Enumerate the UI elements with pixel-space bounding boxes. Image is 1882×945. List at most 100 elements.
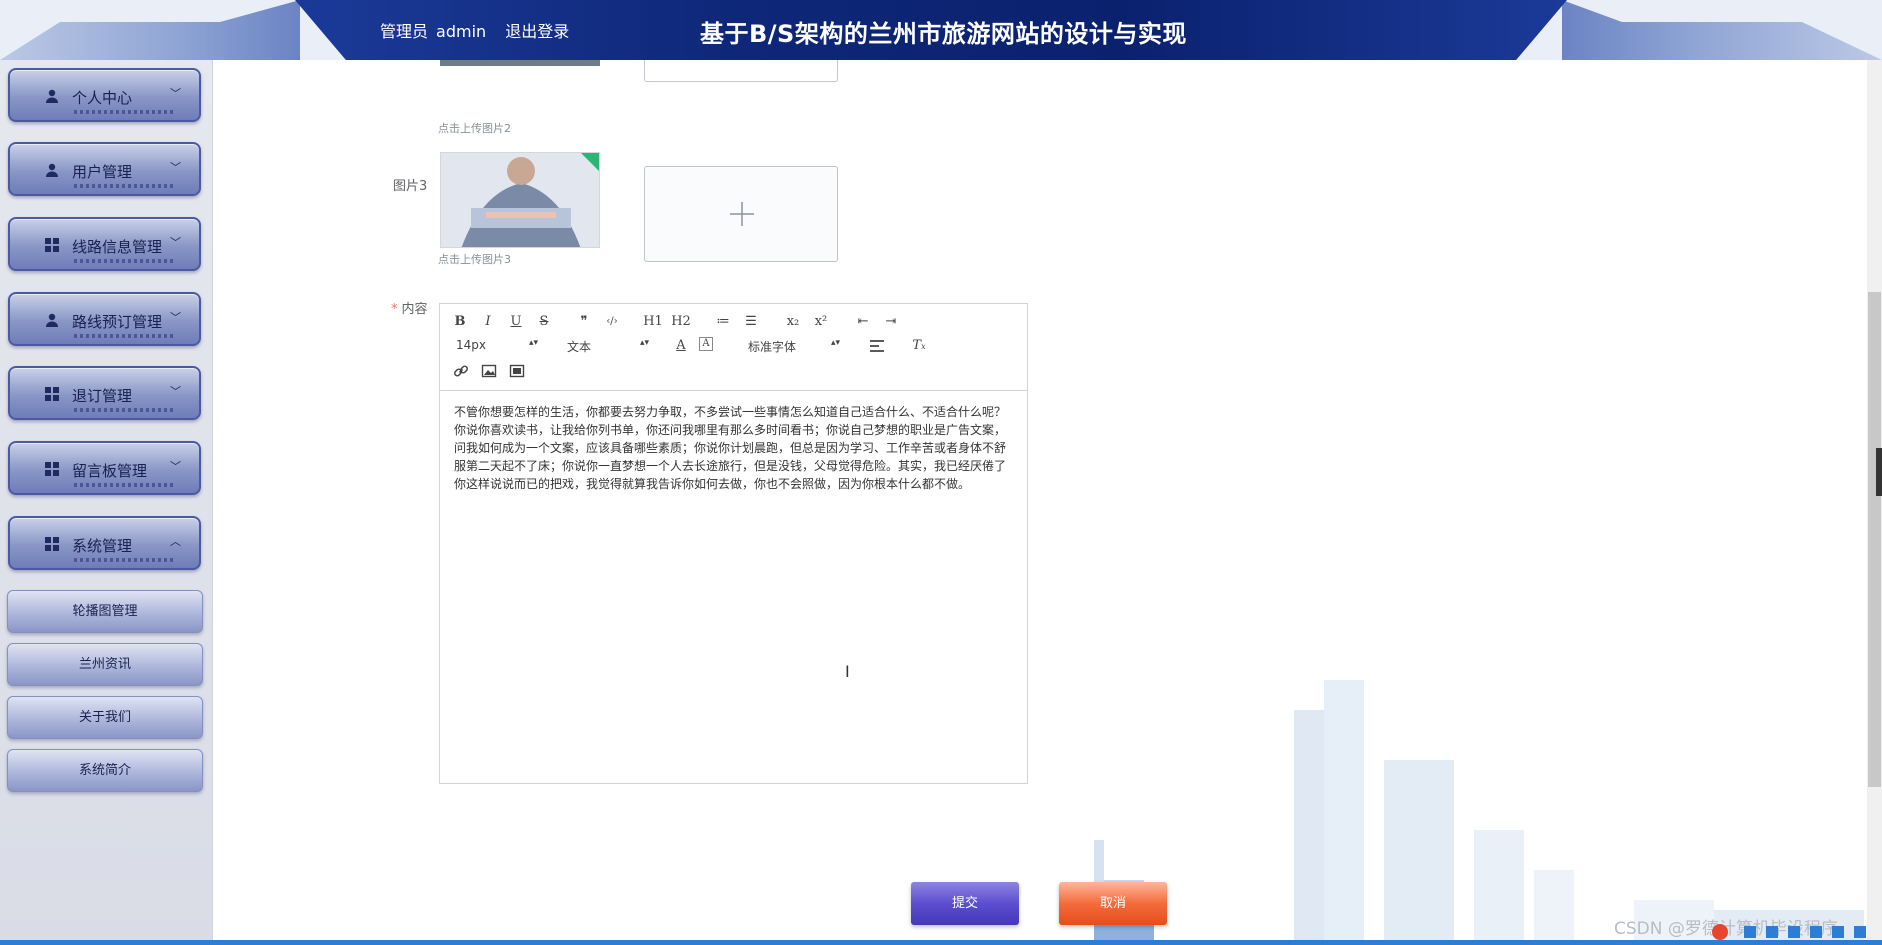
grid-icon bbox=[45, 387, 59, 401]
content-label: * 内容 bbox=[391, 298, 428, 317]
sidebar-item-user-management[interactable]: 用户管理 ﹀ bbox=[8, 142, 201, 196]
chevron-down-icon: ﹀ bbox=[170, 385, 181, 398]
ordered-list-button[interactable]: ≔ bbox=[713, 313, 733, 331]
superscript-button[interactable]: x² bbox=[811, 313, 831, 331]
header-right-wing bbox=[1562, 0, 1882, 60]
site-title: 基于B/S架构的兰州市旅游网站的设计与实现 bbox=[700, 20, 1187, 48]
align-icon[interactable] bbox=[869, 339, 885, 353]
sidebar-item-personal-center[interactable]: 个人中心 ﹀ bbox=[8, 68, 201, 122]
font-size-value: 14px bbox=[456, 338, 486, 352]
sidebar-item-route-info[interactable]: 线路信息管理 ﹀ bbox=[8, 217, 201, 271]
role-label: 管理员 bbox=[380, 22, 429, 41]
image2-upload-box[interactable] bbox=[644, 60, 838, 82]
sidebar-item-label: 线路信息管理 bbox=[72, 238, 163, 256]
top-header: 管理员 admin 退出登录 基于B/S架构的兰州市旅游网站的设计与实现 bbox=[0, 0, 1882, 60]
bullet-list-button[interactable]: ☰ bbox=[741, 313, 761, 331]
grid-icon bbox=[45, 462, 59, 476]
sidebar: 个人中心 ﹀ 用户管理 ﹀ 线路信息管理 ﹀ 路线预订管理 ﹀ 退订管理 ﹀ 留… bbox=[0, 60, 213, 945]
image2-thumbnail bbox=[440, 60, 600, 66]
chevron-up-icon: ︿ bbox=[170, 535, 181, 548]
submit-button[interactable]: 提交 bbox=[911, 882, 1019, 925]
image2-upload-hint: 点击上传图片2 bbox=[438, 122, 511, 135]
sidebar-item-cancellation[interactable]: 退订管理 ﹀ bbox=[8, 366, 201, 420]
required-mark: * bbox=[391, 302, 398, 317]
scrollbar-marker bbox=[1876, 448, 1882, 496]
logout-link[interactable]: 退出登录 bbox=[505, 22, 569, 41]
editor-content[interactable]: 不管你想要怎样的生活，你都要去努力争取，不多尝试一些事情怎么知道自己适合什么、不… bbox=[454, 403, 1014, 493]
grid-icon bbox=[45, 238, 59, 252]
admin-info: 管理员 admin 退出登录 bbox=[380, 18, 577, 42]
code-block-button[interactable]: ‹/› bbox=[602, 313, 622, 331]
outdent-button[interactable]: ⇤ bbox=[853, 313, 873, 331]
bottom-taskbar-edge bbox=[0, 940, 1882, 945]
user-icon bbox=[46, 313, 58, 327]
underline-button[interactable]: U bbox=[506, 313, 526, 331]
image3-label: 图片3 bbox=[393, 179, 428, 194]
indent-button[interactable]: ⇥ bbox=[881, 313, 901, 331]
submenu-lanzhou-news[interactable]: 兰州资讯 bbox=[7, 643, 203, 686]
strike-button[interactable]: S bbox=[534, 313, 554, 331]
link-icon[interactable] bbox=[453, 363, 469, 379]
scrollbar-thumb[interactable] bbox=[1868, 292, 1881, 787]
menu-decoration bbox=[74, 483, 174, 487]
user-icon bbox=[46, 163, 58, 177]
chevron-down-icon: ﹀ bbox=[170, 236, 181, 249]
font-size-select[interactable]: 14px ▴▾ bbox=[456, 338, 538, 356]
paragraph-format-select[interactable]: 文本 ▴▾ bbox=[567, 338, 649, 356]
italic-button[interactable]: I bbox=[478, 313, 498, 331]
main-content: 点击上传图片2 图片3 点击上传图片3 * 内容 B I U S ❞ ‹/› H1… bbox=[214, 60, 1867, 942]
header-left-wing bbox=[0, 0, 300, 60]
city-skyline-image bbox=[1094, 680, 1864, 942]
bold-button[interactable]: B bbox=[450, 313, 470, 331]
image3-upload-box[interactable] bbox=[644, 166, 838, 262]
select-arrows-icon: ▴▾ bbox=[830, 338, 840, 348]
sidebar-item-label: 留言板管理 bbox=[72, 462, 148, 480]
sidebar-item-message-board[interactable]: 留言板管理 ﹀ bbox=[8, 441, 201, 495]
image3-picture bbox=[441, 153, 599, 247]
sidebar-item-label: 用户管理 bbox=[72, 163, 133, 181]
image-icon[interactable] bbox=[481, 363, 497, 379]
menu-decoration bbox=[74, 558, 174, 562]
system-tray-icons bbox=[1712, 924, 1866, 940]
text-cursor-icon: I bbox=[845, 662, 850, 681]
menu-decoration bbox=[74, 259, 174, 263]
submenu-about-us[interactable]: 关于我们 bbox=[7, 696, 203, 739]
menu-decoration bbox=[74, 184, 174, 188]
sidebar-item-route-booking[interactable]: 路线预订管理 ﹀ bbox=[8, 292, 201, 346]
plus-icon bbox=[730, 202, 754, 226]
chevron-down-icon: ﹀ bbox=[170, 460, 181, 473]
video-icon[interactable] bbox=[509, 363, 525, 379]
paragraph-format-value: 文本 bbox=[567, 340, 592, 354]
heading2-button[interactable]: H2 bbox=[671, 313, 691, 331]
sidebar-item-label: 个人中心 bbox=[72, 89, 133, 107]
editor-toolbar: B I U S ❞ ‹/› H1 H2 ≔ ☰ x₂ x² ⇤ ⇥ 14px ▴▾… bbox=[440, 304, 1027, 391]
heading1-button[interactable]: H1 bbox=[643, 313, 663, 331]
sidebar-item-label: 退订管理 bbox=[72, 387, 133, 405]
username: admin bbox=[436, 22, 487, 41]
menu-decoration bbox=[74, 110, 174, 114]
chevron-down-icon: ﹀ bbox=[170, 87, 181, 100]
background-color-icon[interactable]: A bbox=[699, 337, 713, 351]
user-icon bbox=[46, 89, 58, 103]
menu-decoration bbox=[74, 408, 174, 412]
font-family-value: 标准字体 bbox=[748, 340, 797, 354]
sidebar-item-label: 路线预订管理 bbox=[72, 313, 163, 331]
font-color-icon[interactable]: A bbox=[671, 337, 691, 355]
content-label-text: 内容 bbox=[401, 302, 428, 317]
chevron-down-icon: ﹀ bbox=[170, 311, 181, 324]
chevron-down-icon: ﹀ bbox=[170, 161, 181, 174]
sidebar-item-system[interactable]: 系统管理 ︿ bbox=[8, 516, 201, 570]
select-arrows-icon: ▴▾ bbox=[639, 338, 649, 348]
menu-decoration bbox=[74, 334, 174, 338]
clear-format-icon[interactable]: Tx bbox=[909, 337, 929, 355]
blockquote-button[interactable]: ❞ bbox=[574, 313, 594, 331]
submenu-carousel[interactable]: 轮播图管理 bbox=[7, 590, 203, 633]
font-family-select[interactable]: 标准字体 ▴▾ bbox=[748, 338, 840, 356]
image3-upload-hint: 点击上传图片3 bbox=[438, 253, 511, 266]
cancel-button[interactable]: 取消 bbox=[1059, 882, 1167, 925]
grid-icon bbox=[45, 537, 59, 551]
subscript-button[interactable]: x₂ bbox=[783, 313, 803, 331]
submenu-system-intro[interactable]: 系统简介 bbox=[7, 749, 203, 792]
sidebar-item-label: 系统管理 bbox=[72, 537, 133, 555]
image3-thumbnail bbox=[440, 152, 600, 248]
